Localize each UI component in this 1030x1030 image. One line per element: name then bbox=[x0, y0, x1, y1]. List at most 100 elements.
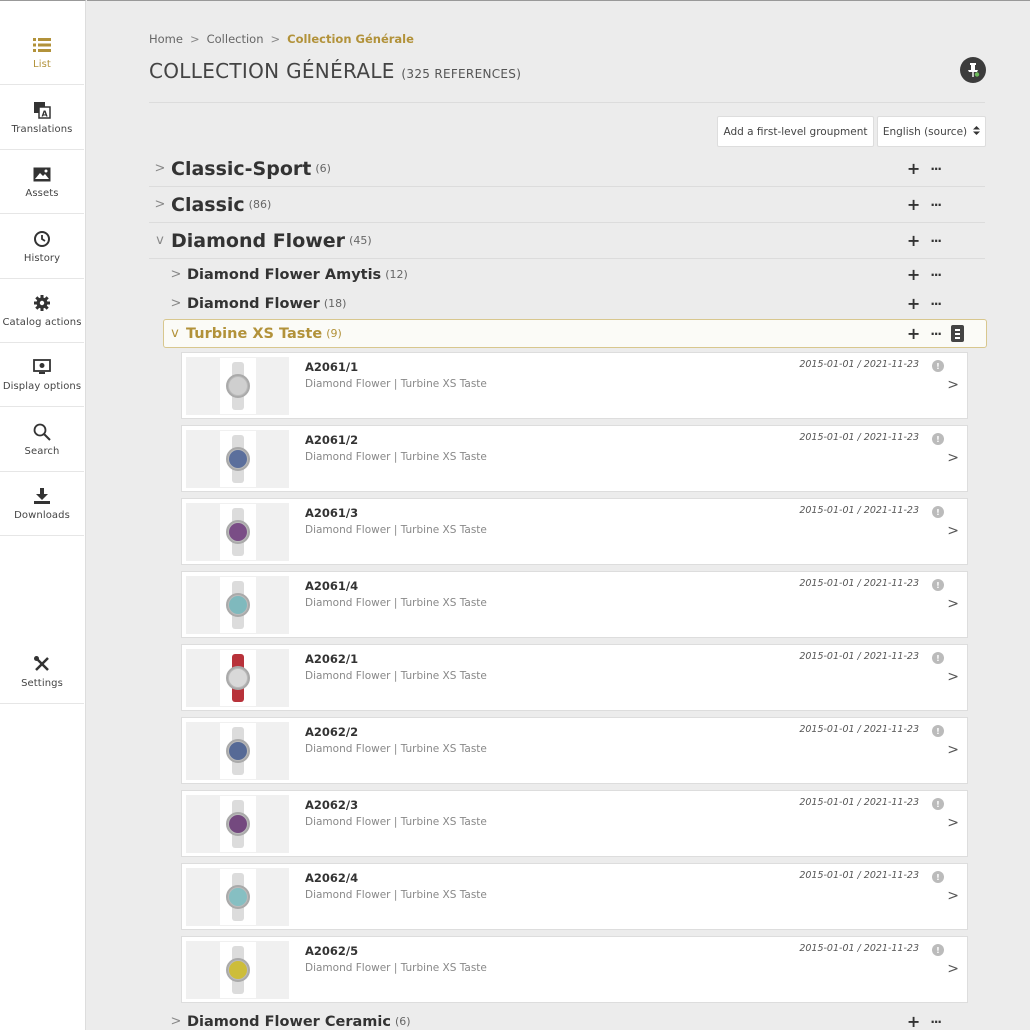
chevron-right-icon[interactable]: > bbox=[947, 523, 959, 539]
product-dates: 2015-01-01 / 2021-11-23 bbox=[799, 797, 919, 808]
product-path: Diamond Flower | Turbine XS Taste bbox=[305, 816, 487, 828]
info-icon[interactable]: ! bbox=[932, 360, 944, 372]
sidebar-item-settings[interactable]: Settings bbox=[0, 640, 84, 704]
product-reference: A2062/4 bbox=[305, 871, 359, 885]
product-thumbnail bbox=[186, 795, 289, 853]
add-icon[interactable]: + bbox=[907, 196, 920, 213]
add-icon[interactable]: + bbox=[907, 232, 920, 249]
product-dates: 2015-01-01 / 2021-11-23 bbox=[799, 578, 919, 589]
watch-image bbox=[225, 727, 250, 775]
info-icon[interactable]: ! bbox=[932, 798, 944, 810]
sidebar-item-search[interactable]: Search bbox=[0, 408, 84, 472]
subgroup-row[interactable]: > Diamond Flower Ceramic (6) + ··· bbox=[165, 1007, 985, 1030]
product-reference: A2062/2 bbox=[305, 725, 359, 739]
sidebar-item-list[interactable]: List bbox=[0, 21, 84, 85]
product-card[interactable]: A2061/1 Diamond Flower | Turbine XS Taste… bbox=[181, 352, 968, 419]
chevron-right-icon[interactable]: > bbox=[947, 888, 959, 904]
info-icon[interactable]: ! bbox=[932, 652, 944, 664]
add-icon[interactable]: + bbox=[907, 160, 920, 177]
chevron-right-icon[interactable]: > bbox=[149, 197, 171, 212]
add-icon[interactable]: + bbox=[907, 266, 920, 283]
product-card[interactable]: A2061/2 Diamond Flower | Turbine XS Taste… bbox=[181, 425, 968, 492]
product-card[interactable]: A2062/3 Diamond Flower | Turbine XS Taste… bbox=[181, 790, 968, 857]
chevron-down-icon[interactable]: v bbox=[149, 233, 171, 248]
sidebar-item-translations[interactable]: A Translations bbox=[0, 86, 84, 150]
subgroup-name: Turbine XS Taste bbox=[186, 325, 323, 342]
product-dates: 2015-01-01 / 2021-11-23 bbox=[799, 432, 919, 443]
chevron-right-icon[interactable]: > bbox=[947, 669, 959, 685]
sidebar-item-history[interactable]: History bbox=[0, 215, 84, 279]
breadcrumb-current: Collection Générale bbox=[287, 32, 414, 46]
product-reference: A2061/3 bbox=[305, 506, 359, 520]
group-name: Diamond Flower bbox=[171, 229, 346, 252]
group-row[interactable]: > Classic (86) + ··· bbox=[149, 187, 985, 223]
chevron-right-icon[interactable]: > bbox=[947, 815, 959, 831]
info-icon[interactable]: ! bbox=[932, 506, 944, 518]
watch-image bbox=[225, 873, 250, 921]
chevron-down-icon[interactable]: v bbox=[164, 326, 186, 341]
subgroup-name: Diamond Flower Amytis bbox=[187, 266, 382, 283]
info-icon[interactable]: ! bbox=[932, 433, 944, 445]
add-first-level-groupment-button[interactable]: Add a first-level groupment bbox=[717, 116, 874, 147]
chevron-right-icon[interactable]: > bbox=[165, 267, 187, 282]
product-thumbnail bbox=[186, 430, 289, 488]
product-path: Diamond Flower | Turbine XS Taste bbox=[305, 743, 487, 755]
info-icon[interactable]: ! bbox=[932, 579, 944, 591]
sidebar-item-label: Catalog actions bbox=[2, 317, 82, 328]
group-row[interactable]: > Classic-Sport (6) + ··· bbox=[149, 151, 985, 187]
add-icon[interactable]: + bbox=[907, 295, 920, 312]
sidebar-item-display-options[interactable]: Display options bbox=[0, 343, 84, 407]
subgroup-row[interactable]: > Diamond Flower Amytis (12) + ··· bbox=[165, 260, 985, 289]
more-icon[interactable]: ··· bbox=[930, 298, 942, 310]
page-title-text: COLLECTION GÉNÉRALE bbox=[149, 59, 395, 83]
group-row[interactable]: v Diamond Flower (45) + ··· bbox=[149, 223, 985, 259]
sidebar-item-assets[interactable]: Assets bbox=[0, 150, 84, 214]
sort-icon[interactable] bbox=[951, 325, 964, 342]
product-thumbnail bbox=[186, 941, 289, 999]
info-icon[interactable]: ! bbox=[932, 944, 944, 956]
chevron-right-icon[interactable]: > bbox=[149, 161, 171, 176]
more-icon[interactable]: ··· bbox=[930, 1016, 942, 1028]
watch-dial bbox=[228, 669, 247, 687]
chevron-right-icon[interactable]: > bbox=[947, 742, 959, 758]
chevron-right-icon[interactable]: > bbox=[947, 961, 959, 977]
watch-image bbox=[225, 435, 250, 483]
add-icon[interactable]: + bbox=[907, 1013, 920, 1030]
pin-button[interactable] bbox=[960, 57, 986, 83]
more-icon[interactable]: ··· bbox=[930, 199, 942, 211]
chevron-right-icon[interactable]: > bbox=[165, 296, 187, 311]
chevron-right-icon[interactable]: > bbox=[947, 450, 959, 466]
translate-icon: A bbox=[32, 100, 52, 120]
subgroup-count: (6) bbox=[394, 1015, 411, 1028]
subgroup-row[interactable]: > Diamond Flower (18) + ··· bbox=[165, 289, 985, 318]
product-card[interactable]: A2062/4 Diamond Flower | Turbine XS Taste… bbox=[181, 863, 968, 930]
watch-dial bbox=[228, 377, 247, 395]
more-icon[interactable]: ··· bbox=[930, 163, 942, 175]
sidebar-item-catalog-actions[interactable]: Catalog actions bbox=[0, 279, 84, 343]
watch-image bbox=[225, 581, 250, 629]
language-select-value: English (source) bbox=[882, 125, 968, 138]
breadcrumb-collection[interactable]: Collection bbox=[207, 32, 264, 46]
language-select[interactable]: English (source) bbox=[877, 116, 986, 147]
sidebar-item-downloads[interactable]: Downloads bbox=[0, 472, 84, 536]
history-icon bbox=[32, 229, 52, 249]
product-path: Diamond Flower | Turbine XS Taste bbox=[305, 962, 487, 974]
more-icon[interactable]: ··· bbox=[930, 235, 942, 247]
breadcrumb-home[interactable]: Home bbox=[149, 32, 183, 46]
product-card[interactable]: A2061/3 Diamond Flower | Turbine XS Taste… bbox=[181, 498, 968, 565]
product-card[interactable]: A2062/2 Diamond Flower | Turbine XS Taste… bbox=[181, 717, 968, 784]
chevron-right-icon[interactable]: > bbox=[947, 596, 959, 612]
subgroup-name: Diamond Flower Ceramic bbox=[187, 1013, 391, 1030]
info-icon[interactable]: ! bbox=[932, 725, 944, 737]
product-card[interactable]: A2062/5 Diamond Flower | Turbine XS Taste… bbox=[181, 936, 968, 1003]
add-icon[interactable]: + bbox=[907, 325, 920, 342]
more-icon[interactable]: ··· bbox=[930, 269, 942, 281]
product-card[interactable]: A2062/1 Diamond Flower | Turbine XS Taste… bbox=[181, 644, 968, 711]
chevron-right-icon[interactable]: > bbox=[947, 377, 959, 393]
subgroup-row-selected[interactable]: v Turbine XS Taste (9) + ··· bbox=[163, 319, 987, 348]
product-card[interactable]: A2061/4 Diamond Flower | Turbine XS Taste… bbox=[181, 571, 968, 638]
more-icon[interactable]: ··· bbox=[930, 328, 942, 340]
info-icon[interactable]: ! bbox=[932, 871, 944, 883]
chevron-right-icon[interactable]: > bbox=[165, 1014, 187, 1029]
sidebar-item-label: Search bbox=[24, 446, 60, 457]
